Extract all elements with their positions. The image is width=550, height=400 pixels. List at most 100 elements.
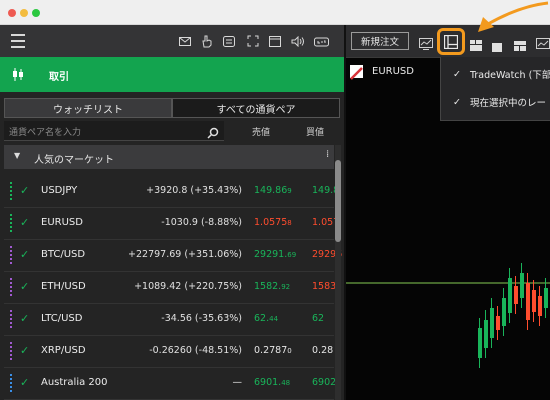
candle-body <box>544 288 548 308</box>
sell-column-header[interactable]: 売値 <box>252 125 270 138</box>
row-change: -1030.9 (-8.88%) <box>161 217 242 228</box>
candlestick-icon <box>12 67 24 86</box>
close-window-button[interactable] <box>8 9 16 17</box>
trade-header[interactable]: 取引 <box>0 57 344 92</box>
section-handle-icon[interactable]: ⁞ <box>326 149 329 160</box>
row-sell-price[interactable]: 149.869 <box>254 185 292 196</box>
checkmark-icon[interactable]: ✓ <box>20 312 29 325</box>
checkmark-icon[interactable]: ✓ <box>20 344 29 357</box>
menu-icon[interactable] <box>10 25 26 57</box>
chart-symbol-label[interactable]: EURUSD <box>350 62 442 80</box>
minimize-window-button[interactable] <box>20 9 28 17</box>
row-sell-price[interactable]: 6901.48 <box>254 377 290 388</box>
table-row[interactable]: ✓ USDJPY +3920.8 (+35.43%) 149.869 149.8 <box>4 176 339 208</box>
candle-body <box>508 278 512 313</box>
row-buy-price[interactable]: 6902 <box>312 377 336 388</box>
zoom-window-button[interactable] <box>32 9 40 17</box>
candle-body <box>490 308 494 338</box>
search-icon[interactable] <box>207 124 219 143</box>
drag-handle-icon[interactable] <box>10 374 16 394</box>
sell-price-pip: 9 <box>287 187 292 195</box>
sell-price-pip: 0 <box>287 347 292 355</box>
chart-symbol: EURUSD <box>372 65 414 77</box>
dropdown-item-tradewatch[interactable]: ✓ TradeWatch (下部 <box>453 64 550 84</box>
app-window: 取引 ウォッチリスト すべての通貨ペア 通貨ペア名を入力 売値 買値 ▼ 人気の… <box>0 0 550 400</box>
candle-body <box>478 328 482 358</box>
drag-handle-icon[interactable] <box>10 246 16 266</box>
row-buy-price[interactable]: 0.28 <box>312 345 333 356</box>
hand-icon[interactable] <box>200 25 214 57</box>
table-row[interactable]: ✓ EURUSD -1030.9 (-8.88%) 1.05758 1.057 <box>4 208 339 240</box>
sell-price-main: 149.86 <box>254 185 288 196</box>
checkmark-icon[interactable]: ✓ <box>20 376 29 389</box>
row-sell-price[interactable]: 1.05758 <box>254 217 292 228</box>
tab-watchlist[interactable]: ウォッチリスト <box>4 98 172 118</box>
row-symbol: BTC/USD <box>41 249 86 260</box>
annotation-arrow-icon <box>478 1 549 32</box>
window-icon[interactable] <box>268 25 282 57</box>
expand-icon[interactable] <box>246 25 260 57</box>
dropdown-item-label: 現在選択中のレー <box>469 98 546 109</box>
candle-body <box>520 273 524 298</box>
checkmark-icon: ✓ <box>453 68 461 80</box>
collapse-caret-icon: ▼ <box>14 151 21 160</box>
flag-icon <box>350 64 363 80</box>
calculator-icon[interactable] <box>222 25 236 57</box>
sound-icon[interactable] <box>290 25 306 57</box>
table-row[interactable]: ✓ LTC/USD -34.56 (-35.63%) 62.44 62 <box>4 304 334 336</box>
drag-handle-icon[interactable] <box>10 342 16 362</box>
drag-handle-icon[interactable] <box>10 182 16 202</box>
search-row: 通貨ペア名を入力 売値 買値 <box>4 121 340 141</box>
row-sell-price[interactable]: 62.44 <box>254 313 278 324</box>
candle-body <box>532 290 536 312</box>
candle-body <box>526 283 530 320</box>
drag-handle-icon[interactable] <box>10 278 16 298</box>
search-input[interactable]: 通貨ペア名を入力 <box>4 121 224 141</box>
table-row[interactable]: ✓ XRP/USD -0.26260 (-48.51%) 0.27870 0.28 <box>4 336 334 368</box>
mail-icon[interactable] <box>178 25 192 57</box>
new-order-button[interactable]: 新規注文 <box>351 32 409 50</box>
row-sell-price[interactable]: 0.27870 <box>254 345 292 356</box>
row-sell-price[interactable]: 29291.69 <box>254 249 296 260</box>
popular-markets-section[interactable]: ▼ 人気のマーケット ⁞ <box>4 145 334 169</box>
tab-all-pairs[interactable]: すべての通貨ペア <box>172 98 340 118</box>
lock-icon[interactable] <box>313 25 329 57</box>
sell-price-main: 29291. <box>254 249 288 260</box>
table-row[interactable]: ✓ Australia 200—6901.48 6902 <box>4 368 336 400</box>
candle-body <box>484 320 488 348</box>
sell-price-pip: 69 <box>287 251 297 259</box>
section-label: 人気のマーケット <box>34 155 114 166</box>
row-sell-price[interactable]: 1582.92 <box>254 281 290 292</box>
row-symbol: ETH/USD <box>41 281 86 292</box>
dropdown-item-label: TradeWatch (下部 <box>469 70 550 81</box>
app-toolbar <box>0 25 344 57</box>
sell-price-pip: 92 <box>281 283 291 291</box>
row-buy-price[interactable]: 1583 <box>312 281 336 292</box>
drag-handle-icon[interactable] <box>10 310 16 330</box>
highlight-ring <box>437 28 465 55</box>
sell-price-main: 62. <box>254 313 270 324</box>
table-row[interactable]: ✓ ETH/USD +1089.42 (+220.75%) 1582.92 1583 <box>4 272 336 304</box>
row-symbol: XRP/USD <box>41 345 86 356</box>
candle-body <box>514 286 518 304</box>
checkmark-icon[interactable]: ✓ <box>20 184 29 197</box>
checkmark-icon[interactable]: ✓ <box>20 216 29 229</box>
dropdown-item-current-rate[interactable]: ✓ 現在選択中のレー <box>453 92 546 112</box>
row-change: -0.26260 (-48.51%) <box>149 345 242 356</box>
row-symbol: USDJPY <box>41 185 78 196</box>
table-row[interactable]: ✓ BTC/USD +22797.69 (+351.06%) 29291.69 2929… <box>4 240 342 272</box>
row-change: — <box>232 377 243 388</box>
buy-column-header[interactable]: 買値 <box>306 125 324 138</box>
checkmark-icon[interactable]: ✓ <box>20 280 29 293</box>
sell-price-main: 1.0575 <box>254 217 288 228</box>
row-change: +1089.42 (+220.75%) <box>134 281 242 292</box>
drag-handle-icon[interactable] <box>10 214 16 234</box>
row-change: -34.56 (-35.63%) <box>161 313 242 324</box>
checkmark-icon[interactable]: ✓ <box>20 248 29 261</box>
sell-price-main: 6901. <box>254 377 282 388</box>
sell-price-main: 0.2787 <box>254 345 288 356</box>
row-buy-price[interactable]: 62 <box>312 313 324 324</box>
scrollbar-thumb[interactable] <box>335 160 341 242</box>
sell-price-main: 1582. <box>254 281 282 292</box>
chart-icon[interactable] <box>419 35 433 54</box>
